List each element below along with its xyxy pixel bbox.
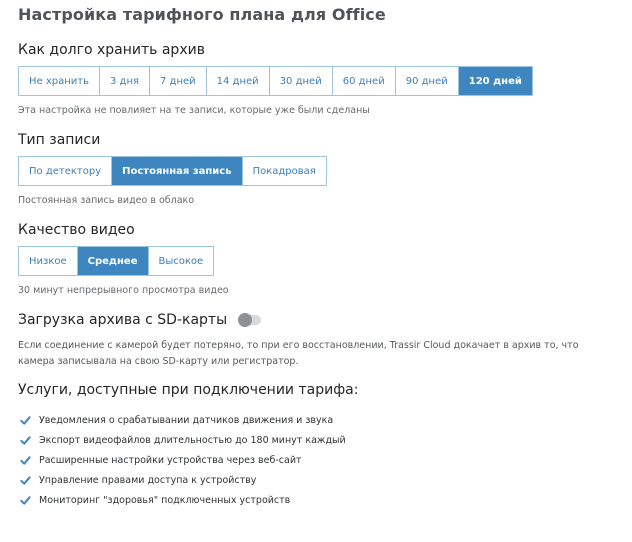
feature-text: Уведомления о срабатывании датчиков движ…: [39, 414, 334, 426]
feature-text: Мониторинг "здоровья" подключенных устро…: [39, 494, 291, 506]
checkmark-icon: [20, 435, 31, 445]
quality-option-3[interactable]: Высокое: [149, 247, 214, 275]
feature-text: Управление правами доступа к устройству: [39, 474, 257, 486]
feature-item: Управление правами доступа к устройству: [20, 470, 346, 490]
sd-card-description-line-1: Если соединение с камерой будет потеряно…: [18, 340, 579, 351]
archive-duration-option-6[interactable]: 60 дней: [333, 67, 396, 95]
archive-duration-option-5[interactable]: 30 дней: [270, 67, 333, 95]
record-type-section-title: Тип записи: [18, 132, 101, 148]
archive-section-title: Как долго хранить архив: [18, 42, 205, 58]
feature-text: Расширенные настройки устройства через в…: [39, 454, 302, 466]
archive-duration-option-2[interactable]: 3 дня: [100, 67, 151, 95]
sd-card-title: Загрузка архива с SD-карты: [18, 312, 228, 328]
feature-text: Экспорт видеофайлов длительностью до 180…: [39, 434, 346, 446]
record-type-option-1[interactable]: По детектору: [19, 157, 113, 185]
quality-option-1[interactable]: Низкое: [19, 247, 78, 275]
sd-card-description: Если соединение с камерой будет потеряно…: [18, 338, 632, 370]
record-type-option-2[interactable]: Постоянная запись: [112, 157, 243, 185]
toggle-knob: [238, 313, 253, 327]
feature-item: Уведомления о срабатывании датчиков движ…: [20, 410, 346, 430]
checkmark-icon: [20, 415, 31, 425]
features-list: Уведомления о срабатывании датчиков движ…: [20, 410, 346, 510]
checkmark-icon: [20, 455, 31, 465]
quality-hint: 30 минут непрерывного просмотра видео: [18, 285, 229, 296]
quality-option-2[interactable]: Среднее: [77, 247, 149, 275]
checkmark-icon: [20, 475, 31, 485]
archive-duration-selector: Не хранить 3 дня 7 дней 14 дней 30 дней 60 дн…: [18, 66, 533, 96]
archive-duration-option-1[interactable]: Не хранить: [19, 67, 100, 95]
features-title: Услуги, доступные при подключении тарифа…: [18, 382, 359, 398]
record-type-option-3[interactable]: Покадровая: [243, 157, 326, 185]
checkmark-icon: [20, 495, 31, 505]
feature-item: Экспорт видеофайлов длительностью до 180…: [20, 430, 346, 450]
archive-duration-option-3[interactable]: 7 дней: [150, 67, 207, 95]
sd-card-row: Загрузка архива с SD-карты: [18, 312, 262, 328]
archive-duration-option-4[interactable]: 14 дней: [207, 67, 270, 95]
feature-item: Расширенные настройки устройства через в…: [20, 450, 346, 470]
archive-hint: Эта настройка не повлияет на те записи, …: [18, 105, 370, 116]
record-type-selector: По детектору Постоянная запись Покадровая: [18, 156, 327, 186]
archive-duration-option-7[interactable]: 90 дней: [396, 67, 459, 95]
quality-section-title: Качество видео: [18, 222, 135, 238]
record-type-hint: Постоянная запись видео в облако: [18, 195, 195, 206]
page-title: Настройка тарифного плана для Office: [18, 5, 386, 24]
archive-duration-option-8[interactable]: 120 дней: [458, 67, 532, 95]
quality-selector: Низкое Среднее Высокое: [18, 246, 215, 276]
sd-card-toggle[interactable]: [238, 313, 262, 327]
sd-card-description-line-2: камера записывала на свою SD-карту или р…: [18, 356, 299, 367]
feature-item: Мониторинг "здоровья" подключенных устро…: [20, 490, 346, 510]
